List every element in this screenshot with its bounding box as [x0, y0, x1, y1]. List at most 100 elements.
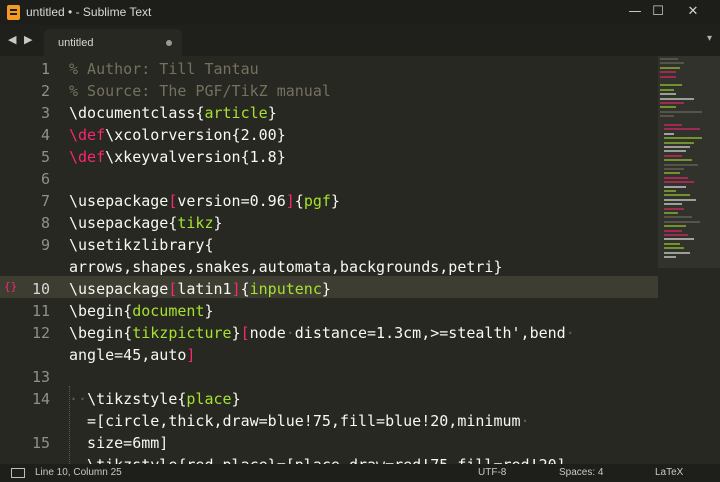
code-token: tikz — [177, 214, 214, 232]
minimap-line — [660, 58, 678, 60]
code-token: pgf — [303, 192, 331, 210]
panel-toggle-icon[interactable] — [11, 468, 25, 478]
minimap-line — [664, 220, 700, 223]
code-line[interactable]: \usetikzlibrary{ — [69, 234, 214, 256]
close-button[interactable]: ✕ — [676, 0, 710, 25]
indent-guide — [69, 386, 71, 464]
maximize-icon: ☐ — [652, 4, 664, 19]
line-number: 12 — [31, 324, 50, 342]
sublime-text-icon — [7, 5, 20, 20]
editor-area[interactable]: 1 2 3 4 5 6 7 8 9 10 11 12 13 14 15 {} % Author: Till … — [0, 56, 720, 464]
minimap-line — [660, 71, 676, 74]
code-token: \usepackage — [69, 280, 169, 298]
tab-nav-arrows[interactable]: ◀ ▶ — [8, 33, 34, 46]
code-line[interactable]: \begin{tikzpicture}[node·distance=1.3cm,… — [69, 322, 575, 344]
minimap-line — [660, 110, 702, 113]
status-cursor-position[interactable]: Line 10, Column 25 — [35, 464, 122, 482]
code-line[interactable]: \begin{document} — [69, 300, 214, 322]
code-token: } — [321, 280, 331, 298]
unsaved-dot-icon[interactable] — [166, 40, 172, 46]
minimap-line — [664, 150, 686, 153]
code-line[interactable]: \documentclass{article} — [69, 102, 277, 124]
minimap-line — [664, 137, 702, 140]
minimap-line — [660, 106, 676, 109]
minimap-line — [664, 251, 690, 254]
code-token: · — [565, 324, 575, 342]
code-token: } — [231, 324, 241, 342]
code-line[interactable]: \tikzstyle{red place}=[place,draw=red!75… — [69, 454, 566, 464]
code-token: ·· — [69, 390, 88, 408]
line-number: 1 — [40, 60, 50, 78]
code-token: document — [132, 302, 205, 320]
status-syntax[interactable]: LaTeX — [655, 464, 683, 482]
code-token: place — [186, 390, 232, 408]
code-token: latin1 — [177, 280, 232, 298]
code-line[interactable]: ··\tikzstyle{place} — [69, 388, 241, 410]
line-number: 11 — [31, 302, 50, 320]
code-token: % Author: Till Tantau — [69, 60, 259, 78]
minimap-line — [664, 124, 682, 126]
minimap-line — [664, 247, 684, 250]
status-encoding[interactable]: UTF-8 — [478, 464, 506, 482]
line-number: 5 — [40, 148, 50, 166]
code-token: { — [123, 302, 133, 320]
code-token: \def — [69, 126, 106, 144]
code-line[interactable]: % Source: The PGF/TikZ manual — [69, 80, 331, 102]
minimap-line — [664, 141, 694, 144]
window-title: untitled • - Sublime Text — [26, 5, 152, 19]
code-token: } — [231, 390, 241, 408]
minimap-line — [664, 132, 674, 135]
code-line[interactable]: \usepackage{tikz} — [69, 212, 223, 234]
code-token: \begin — [69, 302, 124, 320]
line-number: 13 — [31, 368, 50, 386]
line-number: 2 — [40, 82, 50, 100]
line-number: 9 — [40, 236, 50, 254]
code-token: ] — [231, 280, 241, 298]
line-number: 3 — [40, 104, 50, 122]
code-token: node — [249, 324, 286, 342]
code-line[interactable]: size=6mm] — [69, 432, 168, 454]
tab-bar: ◀ ▶ untitled ▾ — [0, 25, 720, 56]
code-token: { — [123, 324, 133, 342]
code-token: \tikzstyle{red place}=[place,draw=red!75… — [69, 456, 566, 464]
close-icon: ✕ — [687, 4, 699, 19]
status-bar: Line 10, Column 25 UTF-8 Spaces: 4 LaTeX — [0, 464, 720, 482]
minimap-line — [664, 159, 692, 162]
minimap[interactable] — [658, 56, 720, 464]
code-line[interactable]: \def\xcolorversion{2.00} — [69, 124, 286, 146]
maximize-button[interactable]: ☐ — [641, 0, 675, 25]
minimize-icon: — — [628, 4, 642, 19]
code-token: { — [240, 280, 250, 298]
code-token: ] — [186, 346, 196, 364]
code-token: inputenc — [249, 280, 322, 298]
minimap-viewport[interactable] — [658, 56, 720, 268]
line-number: 8 — [40, 214, 50, 232]
code-token: angle=45,auto — [69, 346, 187, 364]
minimap-line — [664, 225, 686, 228]
code-line[interactable]: =[circle,thick,draw=blue!75,fill=blue!20… — [69, 410, 530, 432]
tab-untitled[interactable]: untitled — [44, 29, 182, 56]
code-line[interactable]: \usepackage[version=0.96]{pgf} — [69, 190, 340, 212]
code-token: \tikzstyle — [87, 390, 178, 408]
minimap-line — [664, 172, 680, 175]
tab-dropdown-button[interactable]: ▾ — [707, 33, 712, 44]
minimap-line — [664, 216, 692, 219]
code-token: % Source: The PGF/TikZ manual — [69, 82, 331, 100]
code-token: \documentclass — [69, 104, 196, 122]
minimap-line — [664, 194, 690, 197]
code-line[interactable]: \usepackage[latin1]{inputenc} — [69, 278, 331, 300]
code-token: } — [267, 104, 277, 122]
title-bar: untitled • - Sublime Text — ☐ ✕ — [0, 0, 720, 25]
minimap-line — [664, 185, 686, 188]
code-line[interactable]: % Author: Till Tantau — [69, 58, 259, 80]
code-line[interactable]: angle=45,auto] — [69, 344, 195, 366]
minimap-line — [660, 66, 680, 69]
minimap-line — [664, 212, 678, 214]
code-token: \usetikzlibrary{ — [69, 236, 214, 254]
status-indentation[interactable]: Spaces: 4 — [559, 464, 603, 482]
minimap-line — [660, 62, 684, 65]
minimap-line — [664, 207, 684, 210]
code-line[interactable]: \def\xkeyvalversion{1.8} — [69, 146, 286, 168]
code-line[interactable]: arrows,shapes,snakes,automata,background… — [69, 256, 502, 278]
code-token: } — [330, 192, 340, 210]
